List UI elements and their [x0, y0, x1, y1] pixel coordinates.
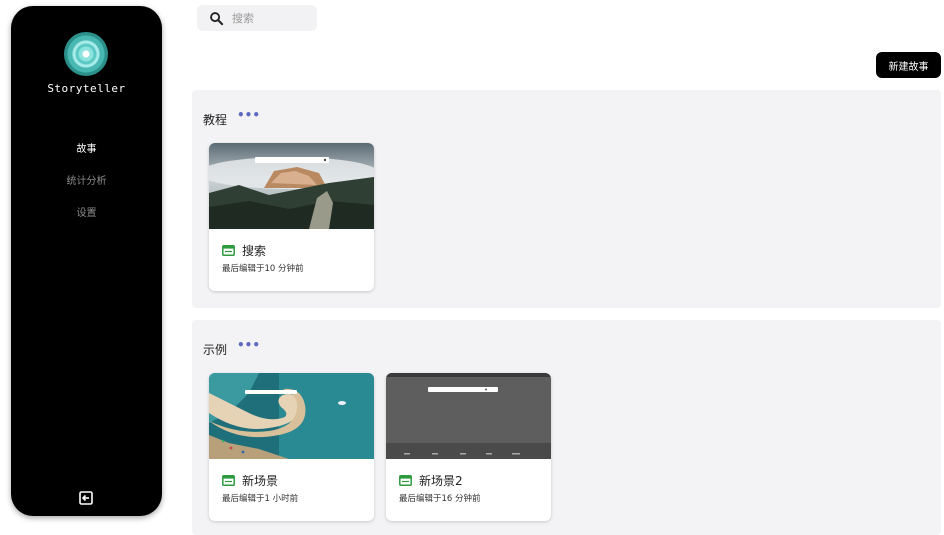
story-last-edited: 最后编辑于1 小时前	[222, 494, 299, 504]
section-examples: 示例 ••• 新场景 最后编辑于1 小时前 新场景2 最后编辑于16 分钟前	[192, 320, 941, 535]
story-card-title: 新场景	[222, 472, 278, 489]
brand-name: Storyteller	[47, 82, 126, 95]
more-options-icon[interactable]: •••	[237, 338, 260, 352]
story-icon	[222, 475, 235, 486]
story-last-edited: 最后编辑于16 分钟前	[399, 494, 481, 504]
sidebar: Storyteller 故事 统计分析 设置	[11, 6, 162, 516]
story-card-title: 搜索	[222, 242, 266, 259]
storyteller-logo	[64, 32, 108, 76]
story-icon	[222, 245, 235, 256]
section-title: 示例	[203, 343, 228, 357]
story-thumbnail-mountain	[209, 143, 374, 229]
story-card[interactable]: 搜索 最后编辑于10 分钟前	[209, 143, 374, 291]
story-icon	[399, 475, 412, 486]
sidebar-item-analytics[interactable]: 统计分析	[11, 174, 162, 206]
sidebar-item-settings[interactable]: 设置	[11, 206, 162, 238]
search-input[interactable]: 搜索	[232, 10, 254, 26]
sidebar-nav: 故事 统计分析 设置	[11, 142, 162, 238]
story-title: 搜索	[242, 244, 267, 258]
story-card[interactable]: 新场景 最后编辑于1 小时前	[209, 373, 374, 521]
sidebar-item-stories[interactable]: 故事	[11, 142, 162, 174]
new-story-button[interactable]: 新建故事	[876, 52, 941, 78]
story-card-title: 新场景2	[399, 472, 463, 489]
story-title: 新场景	[242, 474, 279, 488]
search-icon	[210, 11, 224, 25]
story-last-edited: 最后编辑于10 分钟前	[222, 264, 304, 274]
section-tutorials: 教程 ••• 搜索 最后编辑于10 分钟前	[192, 90, 941, 308]
more-options-icon[interactable]: •••	[237, 108, 260, 122]
story-title: 新场景2	[419, 474, 463, 488]
story-card[interactable]: 新场景2 最后编辑于16 分钟前	[386, 373, 551, 521]
search-box[interactable]: 搜索	[197, 5, 317, 31]
story-thumbnail-dark	[386, 373, 551, 459]
story-thumbnail-beach	[209, 373, 374, 459]
logout-icon[interactable]	[78, 490, 94, 506]
section-title: 教程	[203, 113, 228, 127]
